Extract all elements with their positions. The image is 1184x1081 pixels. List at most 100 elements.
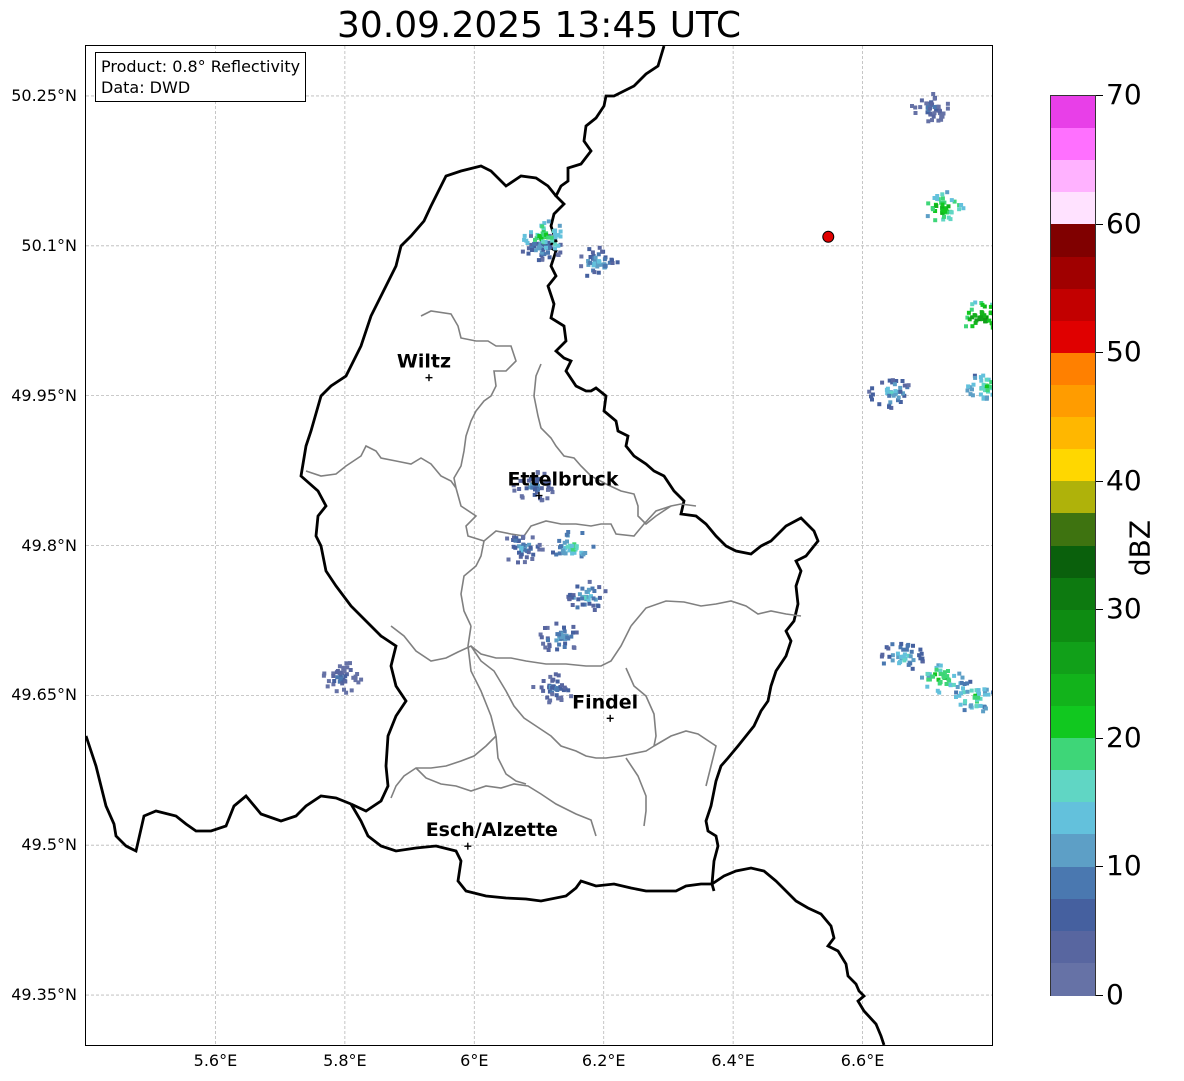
radar-pixel (924, 101, 929, 106)
radar-pixel (555, 647, 560, 652)
radar-pixel (565, 635, 570, 640)
radar-pixel (345, 665, 350, 670)
radar-pixel (602, 257, 607, 262)
radar-pixel (359, 677, 364, 682)
radar-pixel (936, 118, 941, 123)
colorbar-segment (1051, 96, 1095, 129)
colorbar (1050, 95, 1096, 996)
radar-pixel (519, 545, 524, 550)
map-title: 30.09.2025 13:45 UTC (336, 5, 742, 46)
radar-pixel (325, 684, 330, 689)
radar-pixel (560, 548, 565, 553)
radar-pixel (982, 687, 987, 692)
radar-pixel (932, 96, 937, 101)
radar-pixel (890, 378, 895, 383)
radar-pixel (979, 378, 984, 383)
radar-pixel (945, 190, 950, 195)
radar-pixel (560, 683, 564, 688)
radar-pixel (342, 687, 346, 692)
radar-pixel (965, 681, 970, 686)
radar-pixel (925, 214, 930, 219)
radar-pixel (572, 645, 577, 650)
radar-pixel (592, 608, 597, 612)
district-lines (305, 310, 802, 837)
radar-pixel (522, 233, 527, 238)
radar-pixel (966, 384, 971, 389)
radar-pixel (576, 597, 581, 602)
radar-pixel (880, 380, 885, 385)
colorbar-segment (1051, 609, 1095, 643)
colorbar-segment (1051, 577, 1095, 611)
radar-pixel (870, 397, 874, 402)
radar-pixel (938, 663, 943, 668)
colorbar-segment (1051, 738, 1095, 771)
colorbar-tick (1096, 737, 1103, 739)
lat-tick-label: 49.65°N (11, 685, 77, 705)
radar-pixel (920, 656, 925, 661)
radar-pixel (540, 547, 545, 552)
radar-pixel (990, 392, 992, 397)
radar-pixel (343, 674, 348, 679)
radar-pixel (973, 375, 978, 380)
radar-pixel (991, 690, 992, 695)
lon-tick-label: 6.4°E (711, 1051, 755, 1070)
radar-pixel (541, 239, 545, 244)
radar-pixel (559, 544, 563, 549)
city-label: Esch/Alzette (426, 819, 558, 841)
radar-pixel (939, 114, 944, 119)
colorbar-tick (1096, 352, 1103, 354)
radar-pixel (887, 404, 891, 409)
radar-pixel (506, 557, 511, 562)
radar-pixel (936, 104, 941, 109)
radar-site-icon[interactable] (822, 230, 835, 243)
radar-pixel (526, 251, 531, 256)
radar-echo-cell (531, 672, 574, 705)
radar-pixel (596, 604, 601, 609)
radar-pixel (553, 246, 557, 251)
lat-tick-label: 50.1°N (21, 235, 77, 255)
radar-pixel (920, 675, 924, 680)
radar-pixel (934, 667, 939, 672)
radar-pixel (537, 244, 542, 249)
radar-map[interactable]: Wiltz Ettelbruck Findel Esch/Alzette (85, 45, 993, 1046)
radar-pixel (562, 540, 567, 545)
radar-pixel (522, 560, 527, 565)
colorbar-segment (1051, 898, 1095, 932)
radar-echo-cell (867, 378, 911, 410)
radar-pixel (569, 634, 574, 639)
radar-pixel (579, 254, 584, 259)
radar-pixel (972, 695, 977, 700)
radar-pixel (947, 678, 952, 683)
radar-pixel (908, 654, 913, 659)
radar-pixel (911, 658, 916, 663)
radar-pixel (558, 229, 563, 234)
colorbar-tick-label: 30 (1106, 592, 1142, 626)
radar-pixel (349, 688, 354, 693)
city-ettelbruck: Ettelbruck (508, 469, 619, 500)
radar-pixel (963, 700, 967, 705)
colorbar-segment (1051, 866, 1095, 900)
radar-site-marker[interactable] (822, 230, 835, 243)
radar-pixel (571, 630, 575, 635)
radar-pixel (987, 318, 992, 323)
data-source-label: Data: DWD (101, 78, 191, 97)
radar-pixel (931, 92, 936, 96)
colorbar-segment (1051, 417, 1095, 450)
radar-pixel (968, 704, 973, 709)
radar-pixel (609, 257, 614, 262)
radar-pixel (887, 654, 892, 659)
radar-pixel (580, 586, 585, 591)
radar-pixel (867, 389, 872, 394)
radar-pixel (348, 668, 353, 672)
radar-pixel (959, 203, 964, 207)
radar-pixel (550, 692, 555, 697)
borders (86, 46, 886, 1045)
radar-pixel (925, 684, 930, 689)
radar-pixel (984, 377, 989, 382)
colorbar-segment (1051, 320, 1095, 354)
radar-pixel (899, 641, 904, 646)
radar-echo-cell (879, 641, 925, 671)
radar-pixel (958, 702, 963, 707)
radar-pixel (505, 536, 510, 541)
radar-echo-cell (964, 300, 992, 330)
